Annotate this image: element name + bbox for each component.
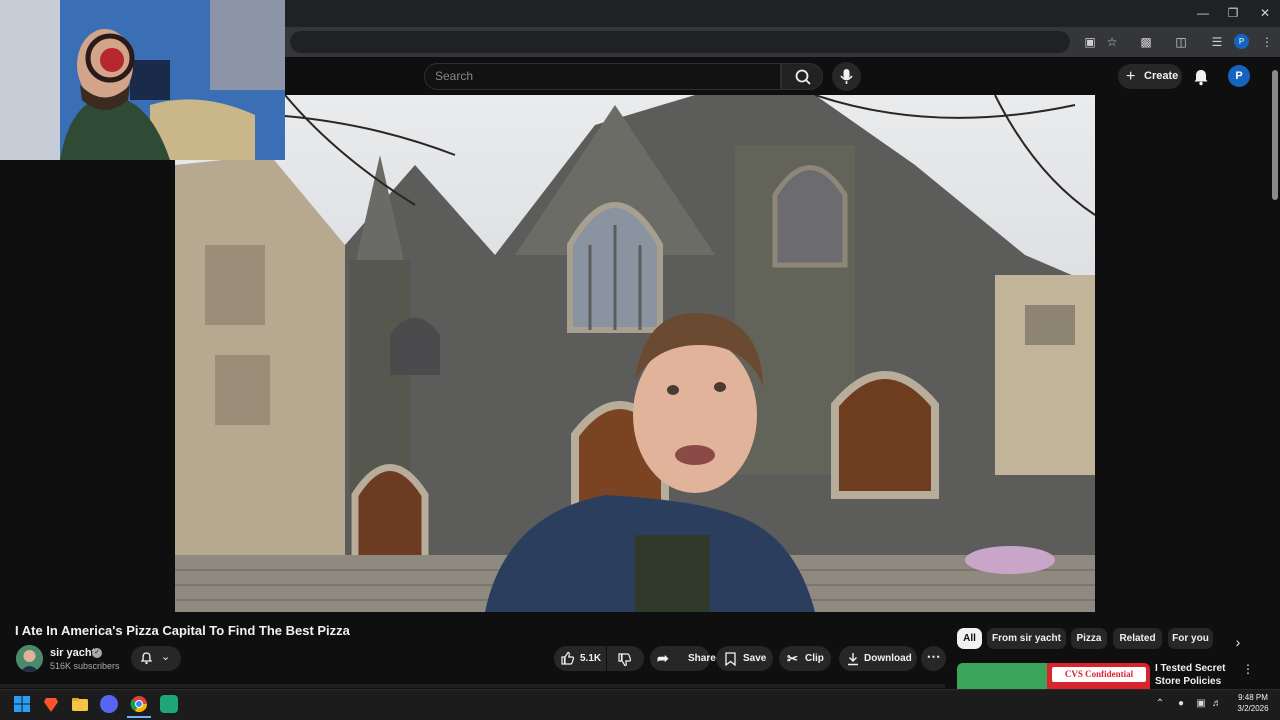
verified-check-icon: ✓	[92, 648, 102, 658]
minimize-icon[interactable]: —	[1188, 4, 1218, 22]
share-label: Share	[688, 653, 716, 664]
windows-start-icon[interactable]	[13, 695, 31, 713]
account-avatar[interactable]: P	[1228, 65, 1250, 87]
windows-taskbar	[0, 689, 1280, 720]
search-icon	[795, 69, 811, 85]
download-button[interactable]: Download	[839, 646, 917, 671]
close-icon[interactable]: ✕	[1250, 4, 1280, 22]
more-actions-icon[interactable]: ⋯	[921, 646, 946, 671]
webcam-feed	[0, 0, 285, 160]
discord-icon[interactable]	[100, 695, 118, 713]
related-video-thumbnail[interactable]: CVS Confidential	[957, 663, 1150, 690]
thumbs-up-icon	[561, 651, 575, 665]
channel-avatar-image	[16, 645, 43, 672]
restore-icon[interactable]: ❐	[1218, 4, 1248, 22]
related-video-title[interactable]: I Tested Secret Store Policies	[1155, 662, 1245, 688]
bookmark-icon	[725, 652, 736, 666]
profile-avatar[interactable]: P	[1234, 34, 1249, 49]
video-player[interactable]	[175, 95, 1095, 612]
bookmark-star-icon[interactable]: ☆	[1102, 33, 1122, 51]
notifications-button[interactable]	[1190, 66, 1212, 88]
webcam-overlay	[0, 0, 285, 160]
bell-icon	[1194, 70, 1208, 86]
kebab-menu-icon[interactable]: ⋮	[1257, 33, 1277, 51]
save-label: Save	[743, 653, 767, 664]
microphone-icon	[840, 69, 853, 84]
channel-name[interactable]: sir yacht	[50, 647, 95, 659]
share-arrow-icon: ➦	[657, 650, 669, 666]
network-icon[interactable]: ▣	[1194, 697, 1208, 711]
chevron-down-icon: ⌄	[161, 651, 171, 663]
create-button[interactable]: + Create	[1118, 64, 1182, 89]
dislike-button[interactable]	[607, 646, 644, 671]
search-button[interactable]	[781, 63, 823, 90]
android-app-icon[interactable]	[160, 695, 178, 713]
address-bar[interactable]	[290, 31, 1070, 53]
channel-avatar[interactable]	[16, 645, 43, 672]
chevron-right-icon[interactable]: ›	[1228, 632, 1248, 652]
save-button[interactable]: Save	[716, 646, 773, 671]
chip-all[interactable]: All	[957, 628, 982, 649]
chrome-icon[interactable]	[130, 695, 148, 713]
video-frame	[175, 95, 1095, 612]
bell-icon	[140, 652, 153, 665]
plus-icon: +	[1126, 68, 1136, 85]
description-box-edge	[0, 684, 945, 688]
media-control-icon[interactable]: ☰	[1207, 33, 1227, 51]
chip-related[interactable]: Related	[1113, 628, 1162, 649]
file-explorer-icon[interactable]	[71, 695, 89, 713]
scissors-icon: ✂	[787, 651, 798, 666]
chip-pizza[interactable]: Pizza	[1071, 628, 1107, 649]
video-title: I Ate In America's Pizza Capital To Find…	[15, 623, 350, 638]
subscriber-count: 516K subscribers	[50, 661, 120, 671]
clip-label: Clip	[805, 653, 824, 664]
microphone-icon[interactable]: ●	[1174, 697, 1188, 711]
thumbnail-caption: CVS Confidential	[1051, 666, 1147, 683]
share-button[interactable]: ➦ Share	[650, 646, 716, 671]
brave-icon[interactable]	[42, 695, 60, 713]
chip-for-you[interactable]: For you	[1168, 628, 1213, 649]
chip-from-channel[interactable]: From sir yacht	[987, 628, 1066, 649]
extensions-icon[interactable]: ▩	[1136, 33, 1156, 51]
active-app-indicator	[127, 716, 151, 718]
clock-time[interactable]: 9:48 PM	[1230, 693, 1276, 702]
thumbnail-person	[957, 663, 1047, 690]
thumbs-down-icon	[618, 653, 632, 667]
create-label: Create	[1144, 70, 1179, 82]
voice-search-button[interactable]	[832, 62, 861, 91]
subscription-bell-button[interactable]: ⌄	[131, 646, 181, 671]
like-count: 5.1K	[580, 653, 602, 664]
cast-icon[interactable]: ▣	[1080, 33, 1100, 51]
clock-date[interactable]: 3/2/2026	[1230, 704, 1276, 713]
download-label: Download	[864, 653, 912, 664]
volume-icon[interactable]: ♬	[1210, 697, 1224, 711]
sidebar-icon[interactable]: ◫	[1171, 33, 1191, 51]
tray-overflow-icon[interactable]: ⌃	[1153, 697, 1167, 711]
kebab-menu-icon[interactable]: ⋮	[1241, 662, 1255, 678]
clip-button[interactable]: ✂ Clip	[779, 646, 831, 671]
download-icon	[848, 653, 858, 666]
scrollbar-thumb[interactable]	[1272, 70, 1278, 200]
like-button[interactable]: 5.1K	[554, 646, 606, 671]
search-input[interactable]: Search	[424, 63, 781, 90]
